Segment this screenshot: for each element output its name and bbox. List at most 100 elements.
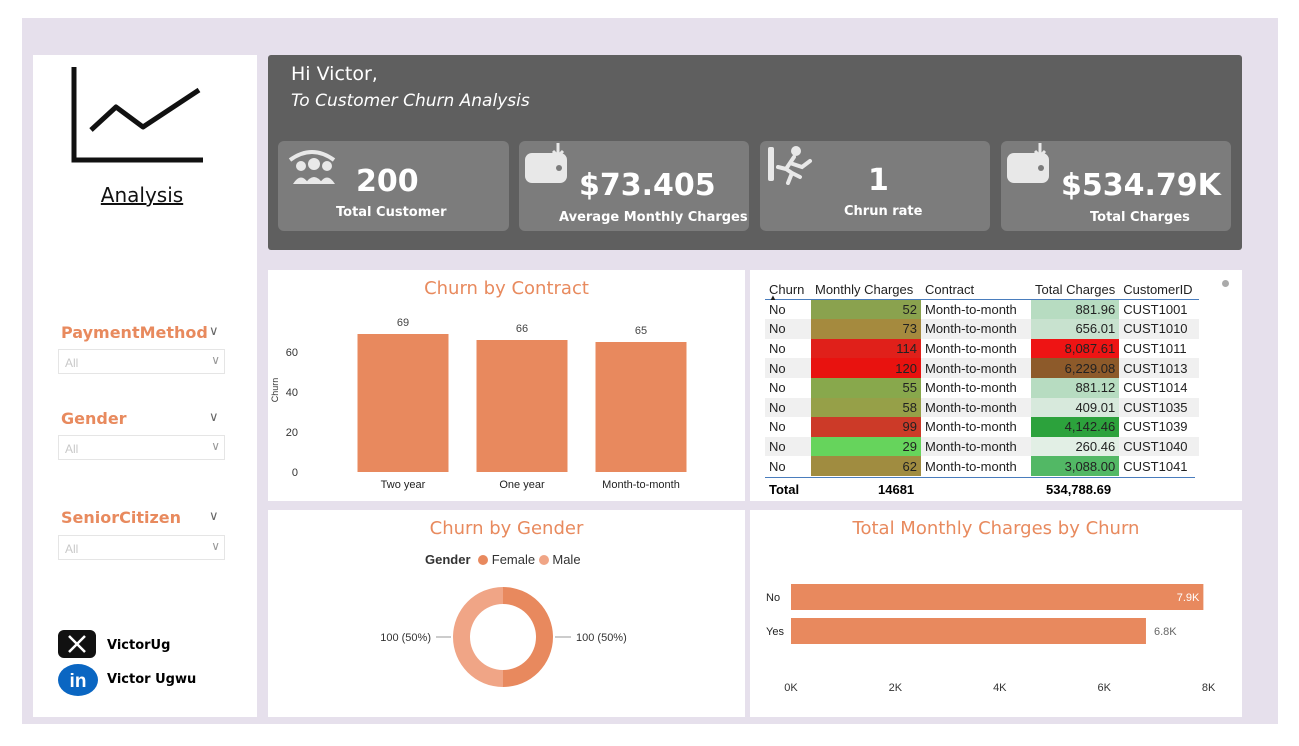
data-label: 6.8K — [1154, 626, 1177, 638]
data-label: 69 — [397, 317, 409, 329]
donut-slice-male — [453, 587, 503, 687]
x-tick-label: One year — [499, 479, 545, 491]
linkedin-icon: in — [58, 664, 98, 696]
kpi-label: Total Customer — [336, 205, 447, 220]
chevron-down-icon[interactable]: ∨ — [209, 508, 219, 524]
chevron-down-icon: ∨ — [211, 353, 220, 367]
table-row[interactable]: No 99 Month-to-month 4,142.46 CUST1039 — [765, 417, 1200, 437]
cell-monthly: 73 — [811, 319, 921, 339]
header-banner: Hi Victor, To Customer Churn Analysis 20… — [268, 55, 1242, 250]
kpi-card-average-monthly-charges: $73.405 Average Monthly Charges — [519, 141, 749, 231]
customer-table-panel: Churn ▲ Monthly Charges Contract Total Ch… — [750, 270, 1242, 501]
cell-contract: Month-to-month — [925, 458, 1017, 474]
column-header-contract[interactable]: Contract — [921, 280, 1031, 300]
cell-churn: No — [769, 419, 786, 435]
kpi-label: Total Charges — [1090, 210, 1190, 225]
y-tick-label: No — [766, 592, 780, 604]
cell-churn: No — [769, 321, 786, 337]
total-monthly-charges: 14681 — [878, 482, 915, 497]
cell-monthly: 58 — [811, 397, 921, 418]
table-row[interactable]: No 55 Month-to-month 881.12 CUST1014 — [765, 377, 1200, 398]
column-header-total-charges[interactable]: Total Charges — [1031, 280, 1119, 300]
column-header-monthly-charges[interactable]: Monthly Charges — [811, 280, 921, 300]
sidebar: Analysis PaymentMethod ∨ All ∨ Gender ∨ … — [33, 55, 257, 717]
dropdown-value: All — [65, 542, 79, 556]
kpi-value: $73.405 — [579, 168, 716, 203]
chevron-down-icon[interactable]: ∨ — [209, 409, 219, 425]
cell-id: CUST1011 — [1123, 341, 1187, 357]
bar — [791, 584, 1204, 610]
data-label: 66 — [516, 323, 528, 335]
wallet-download-icon — [525, 143, 567, 183]
cell-churn: No — [769, 360, 786, 376]
table-row[interactable]: No 120 Month-to-month 6,229.08 CUST1013 — [765, 358, 1200, 378]
cell-total: 6,229.08 — [1031, 358, 1120, 378]
dropdown-value: All — [65, 356, 79, 370]
customer-table: Churn ▲ Monthly Charges Contract Total Ch… — [765, 280, 1200, 476]
cell-contract: Month-to-month — [925, 419, 1017, 435]
social-x[interactable]: VictorUg — [58, 630, 238, 660]
cell-id: CUST1010 — [1123, 321, 1188, 337]
cell-contract: Month-to-month — [925, 341, 1017, 357]
table-row[interactable]: No 52 Month-to-month 881.96 CUST1001 — [765, 299, 1200, 320]
churn-by-contract-chart: 0 20 40 60 Churn 69 Two year 66 One year 65 Month-… — [270, 317, 687, 491]
kpi-card-total-charges: $534.79K Total Charges — [1001, 141, 1231, 231]
more-options-dot[interactable] — [1222, 280, 1229, 287]
gender-dropdown[interactable]: All ∨ — [58, 435, 225, 460]
slice-label: 100 (50%) — [380, 632, 431, 644]
cell-total: 8,087.61 — [1031, 338, 1120, 359]
cell-id: CUST1041 — [1123, 458, 1188, 474]
column-header-customerid[interactable]: CustomerID — [1119, 280, 1199, 300]
table-header-row: Churn ▲ Monthly Charges Contract Total Ch… — [765, 280, 1200, 302]
column-header-churn[interactable]: Churn ▲ — [765, 280, 811, 302]
y-tick-label: 20 — [286, 427, 298, 439]
seniorcitizen-dropdown[interactable]: All ∨ — [58, 535, 225, 560]
kpi-value: $534.79K — [1061, 168, 1221, 203]
y-tick-label: 0 — [292, 467, 298, 479]
social-linkedin[interactable]: in Victor Ugwu — [58, 664, 248, 696]
social-label: Victor Ugwu — [107, 672, 197, 687]
cell-contract: Month-to-month — [925, 321, 1017, 337]
data-label: 65 — [635, 325, 647, 337]
svg-text:in: in — [70, 671, 87, 692]
kpi-value: 1 — [868, 163, 889, 198]
total-label: Total — [769, 482, 800, 497]
y-tick-label: 60 — [286, 347, 298, 359]
table-row[interactable]: No 58 Month-to-month 409.01 CUST1035 — [765, 397, 1200, 418]
donut-slice-female — [503, 587, 553, 687]
table-row[interactable]: No 29 Month-to-month 260.46 CUST1040 — [765, 436, 1200, 457]
cell-total: 881.12 — [1031, 377, 1120, 398]
cell-monthly: 55 — [811, 377, 921, 398]
table-row[interactable]: No 62 Month-to-month 3,088.00 CUST1041 — [765, 456, 1200, 476]
social-label: VictorUg — [107, 638, 171, 653]
cell-contract: Month-to-month — [925, 302, 1017, 318]
chevron-down-icon[interactable]: ∨ — [209, 323, 219, 339]
total-charges-sum: 534,788.69 — [1046, 482, 1112, 497]
wallet-download-icon — [1007, 143, 1049, 183]
cell-id: CUST1001 — [1123, 302, 1188, 318]
churn-by-contract-panel: Churn by Contract 0 20 40 60 Churn 69 Two year… — [268, 270, 745, 501]
table-row[interactable]: No 73 Month-to-month 656.01 CUST1010 — [765, 319, 1200, 339]
paymentmethod-dropdown[interactable]: All ∨ — [58, 349, 225, 374]
cell-id: CUST1040 — [1123, 439, 1188, 455]
dropdown-value: All — [65, 442, 79, 456]
cell-id: CUST1013 — [1123, 360, 1188, 376]
x-tick-label: 8K — [1202, 682, 1216, 694]
y-axis-label: Churn — [270, 378, 280, 403]
slice-label: 100 (50%) — [576, 632, 627, 644]
x-tick-label: Two year — [381, 479, 426, 491]
cell-churn: No — [769, 399, 786, 415]
kpi-value: 200 — [356, 164, 419, 199]
cell-churn: No — [769, 341, 786, 357]
table-row[interactable]: No 114 Month-to-month 8,087.61 CUST1011 — [765, 338, 1200, 359]
cell-total: 409.01 — [1031, 397, 1120, 418]
chevron-down-icon: ∨ — [211, 539, 220, 553]
chevron-down-icon: ∨ — [211, 439, 220, 453]
cell-contract: Month-to-month — [925, 399, 1017, 415]
y-tick-label: 40 — [286, 387, 298, 399]
table-total-row: Total 14681 534,788.69 — [765, 477, 1195, 497]
cell-monthly: 99 — [811, 417, 921, 437]
churn-by-gender-chart: 100 (50%) 100 (50%) — [380, 587, 627, 687]
churn-by-gender-panel: Churn by Gender Gender Female Male 100 (… — [268, 510, 745, 717]
x-tick-label: Month-to-month — [602, 479, 680, 491]
